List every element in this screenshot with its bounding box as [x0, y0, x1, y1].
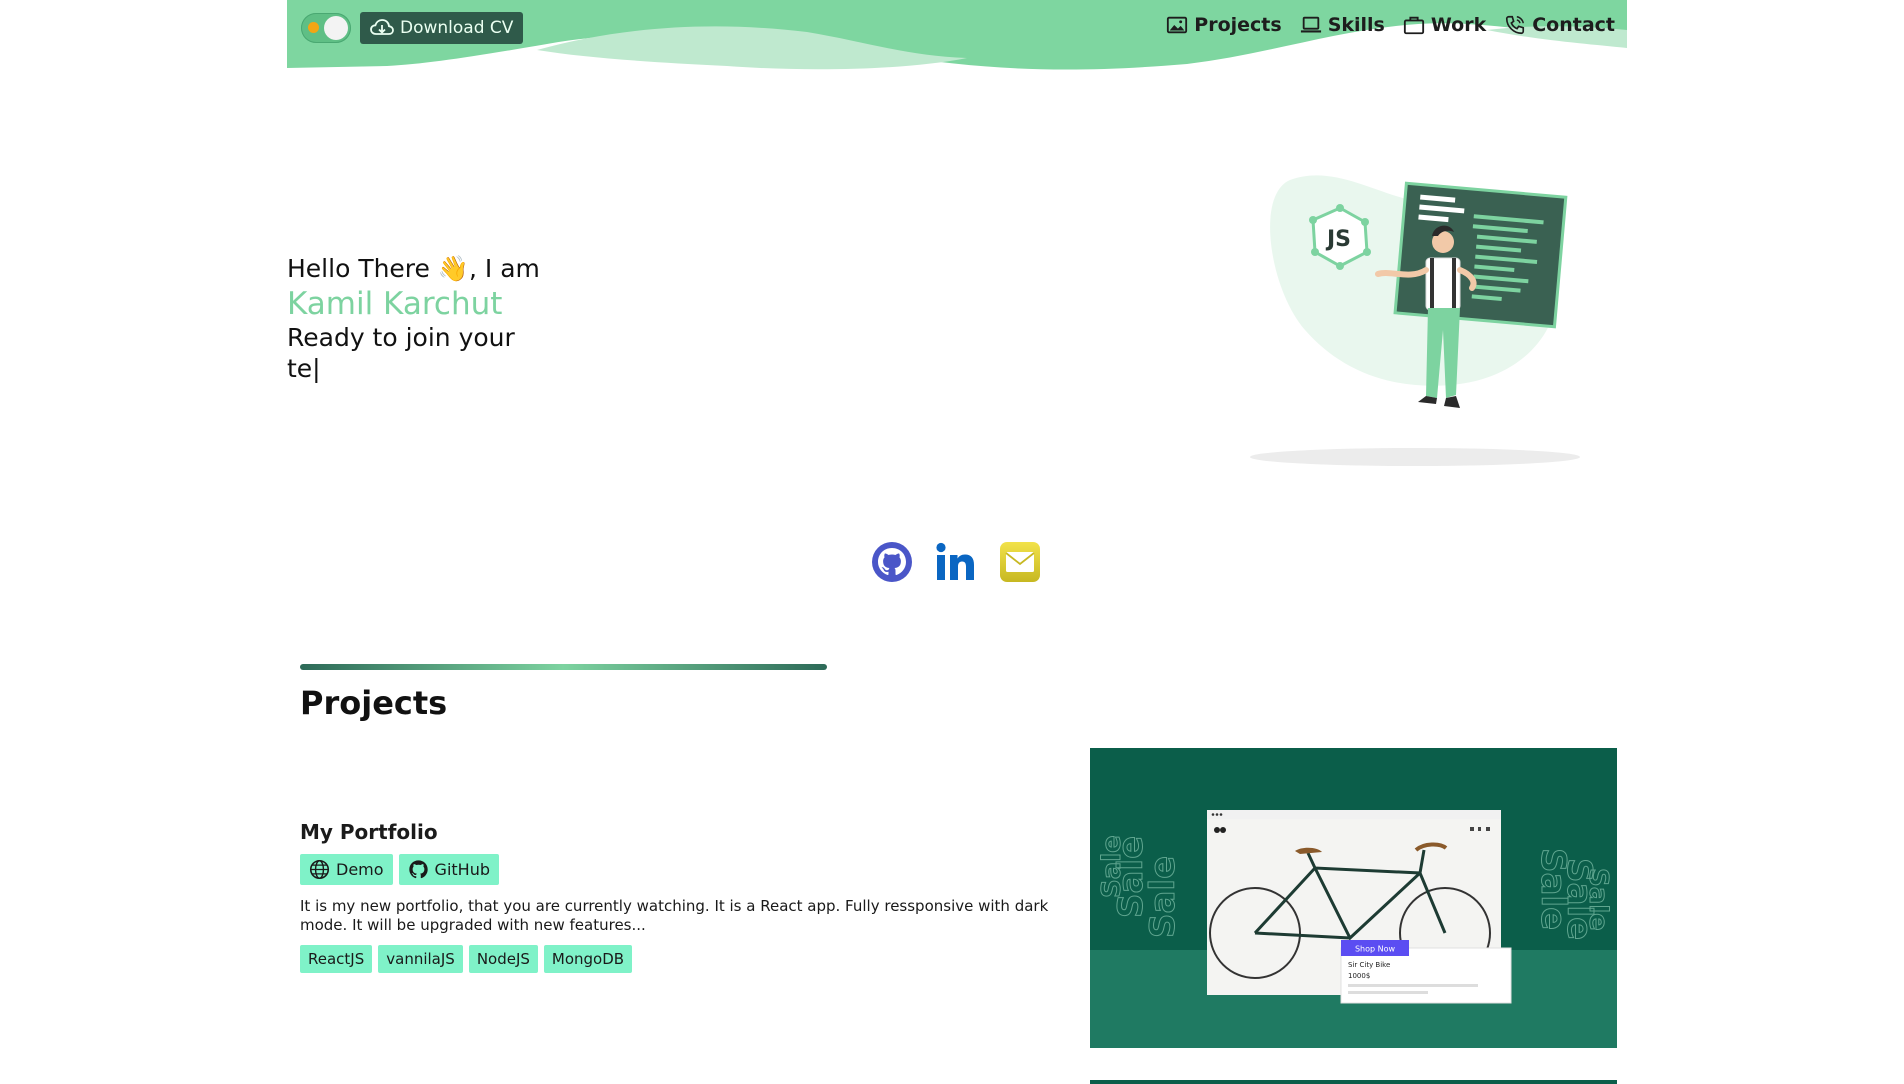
phone-icon: [1506, 15, 1525, 35]
download-cv-label: Download CV: [400, 18, 514, 38]
github-icon[interactable]: [870, 540, 914, 584]
cloud-download-icon: [370, 19, 394, 35]
github-link-label: GitHub: [434, 860, 490, 879]
hero-typed-text: Ready to join your te|: [287, 323, 515, 383]
image-icon: [1167, 16, 1188, 34]
tag-reactjs: ReactJS: [300, 945, 373, 973]
tag-mongodb: MongoDB: [543, 945, 633, 973]
nav-skills[interactable]: Skills: [1300, 14, 1385, 36]
js-badge-text: JS: [1325, 227, 1351, 252]
project-card: My Portfolio Demo GitHub It is my new po…: [300, 820, 1060, 973]
nav-skills-label: Skills: [1327, 14, 1385, 36]
sale-word: Sale: [1143, 856, 1183, 938]
developer-illustration: JS: [1250, 170, 1590, 470]
sale-word: Sale: [1097, 835, 1127, 898]
project-tags: ReactJS vannilaJS NodeJS MongoDB: [300, 945, 1060, 973]
preview-product-name: Sir City Bike: [1348, 961, 1390, 969]
nav-contact-label: Contact: [1532, 14, 1615, 36]
github-link[interactable]: GitHub: [398, 854, 499, 885]
tag-vannilajs: vannilaJS: [378, 945, 463, 973]
linkedin-icon[interactable]: [934, 540, 978, 584]
tag-nodejs: NodeJS: [468, 945, 538, 973]
next-project-preview-edge: [1090, 1080, 1617, 1084]
hero-name: Kamil Karchut: [287, 286, 503, 322]
nav-work[interactable]: Work: [1403, 14, 1486, 36]
theme-toggle[interactable]: [301, 13, 351, 43]
project-links: Demo GitHub: [300, 854, 1060, 885]
hero-text: Hello There 👋, I am Kamil Karchut Ready …: [287, 252, 567, 384]
email-icon[interactable]: [998, 540, 1042, 584]
projects-heading: Projects: [300, 684, 448, 722]
preview-product-price: 1000$: [1348, 972, 1370, 980]
demo-link[interactable]: Demo: [300, 854, 393, 885]
toggle-knob: [324, 16, 348, 40]
sun-icon: [308, 22, 319, 33]
projects-divider: [300, 664, 827, 670]
project-name: My Portfolio: [300, 820, 438, 844]
download-cv-button[interactable]: Download CV: [360, 12, 524, 44]
laptop-icon: [1300, 16, 1321, 33]
globe-icon: [309, 859, 330, 880]
project-preview-image[interactable]: Sale Sale Sale Sale Sale Sale Shop Now S…: [1090, 748, 1617, 1048]
demo-link-label: Demo: [336, 860, 384, 879]
hero-greeting: Hello There 👋, I am: [287, 254, 540, 283]
main-nav: Projects Skills Work Contact: [1166, 14, 1615, 36]
sale-word: Sale: [1583, 868, 1613, 931]
briefcase-icon: [1403, 16, 1424, 35]
nav-projects-label: Projects: [1194, 14, 1282, 36]
preview-shop-button: Shop Now: [1355, 945, 1396, 954]
nav-contact[interactable]: Contact: [1504, 14, 1615, 36]
nav-projects[interactable]: Projects: [1166, 14, 1282, 36]
project-description: It is my new portfolio, that you are cur…: [300, 897, 1049, 934]
nav-work-label: Work: [1430, 14, 1487, 36]
header: Download CV Projects Skills Work Contact: [287, 0, 1627, 70]
github-icon: [408, 860, 428, 879]
social-links: [870, 540, 1042, 584]
